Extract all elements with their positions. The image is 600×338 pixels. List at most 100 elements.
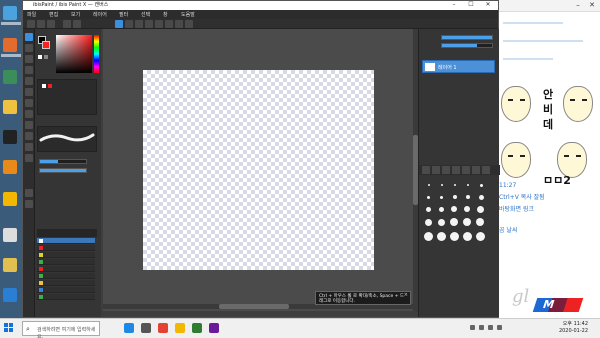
bucket-icon[interactable] [25, 66, 33, 74]
gray-swatch[interactable] [44, 55, 48, 59]
layer-row[interactable] [37, 266, 95, 272]
palette-swatch[interactable] [42, 84, 46, 88]
network-icon[interactable] [488, 325, 493, 330]
menu-window[interactable]: 창 [163, 11, 168, 18]
volume-icon[interactable] [497, 325, 502, 330]
menu-select[interactable]: 선택 [141, 11, 150, 18]
brush-size-option[interactable] [450, 232, 459, 241]
menu-help[interactable]: 도움말 [181, 11, 195, 18]
layer-row[interactable] [37, 287, 95, 293]
app-shortcut-icon[interactable] [3, 70, 17, 84]
brush-size-option[interactable] [463, 232, 472, 241]
edge-icon[interactable] [124, 323, 134, 333]
taskbar-search-input[interactable]: ⌕ 검색하려면 여기에 입력하세요. [22, 321, 100, 338]
menu-filter[interactable]: 필터 [119, 11, 128, 18]
select-icon[interactable] [145, 20, 153, 28]
text-icon[interactable] [165, 20, 173, 28]
add-layer-icon[interactable] [422, 166, 430, 174]
task-view-icon[interactable] [141, 323, 151, 333]
recycle-bin-icon[interactable] [3, 6, 17, 20]
open-file-icon[interactable] [37, 20, 45, 28]
layer-row[interactable] [37, 238, 95, 244]
brush-size-option[interactable] [441, 184, 443, 186]
app-shortcut-icon[interactable] [3, 160, 17, 174]
layer-blend-slider[interactable] [441, 43, 493, 48]
active-layer-entry[interactable]: 레이어 1 [422, 60, 495, 73]
background-color-swatch[interactable] [42, 41, 50, 49]
redo-icon[interactable] [73, 20, 81, 28]
scroll-thumb[interactable] [219, 304, 289, 309]
brush-size-option[interactable] [428, 184, 430, 186]
file-icon[interactable] [3, 258, 17, 272]
menu-file[interactable]: 파일 [27, 11, 36, 18]
lock-icon[interactable] [472, 166, 480, 174]
brush-size-option[interactable] [439, 207, 444, 212]
app-shortcut-icon[interactable] [3, 288, 17, 302]
duplicate-layer-icon[interactable] [432, 166, 440, 174]
app-icon[interactable] [209, 323, 219, 333]
folder-icon[interactable] [3, 100, 17, 114]
mask-icon[interactable] [462, 166, 470, 174]
brush-size-option[interactable] [425, 219, 432, 226]
brush-size-option[interactable] [464, 206, 470, 212]
save-icon[interactable] [47, 20, 55, 28]
brush-size-option[interactable] [437, 232, 446, 241]
brush-size-option[interactable] [451, 206, 457, 212]
tray-icon[interactable] [470, 325, 475, 330]
taskbar-clock[interactable]: 오후 11:42 2020-01-22 [559, 321, 588, 335]
ruler-icon[interactable] [25, 189, 33, 197]
file-explorer-icon[interactable] [175, 323, 185, 333]
menu-edit[interactable]: 편집 [49, 11, 58, 18]
hue-slider[interactable] [94, 35, 99, 73]
eyedropper-icon[interactable] [25, 110, 33, 118]
layer-row[interactable] [37, 273, 95, 279]
canvas-area[interactable] [103, 29, 436, 311]
merge-layer-icon[interactable] [442, 166, 450, 174]
start-button[interactable] [4, 323, 14, 333]
eraser-tool-icon[interactable] [25, 55, 33, 63]
brush-size-option[interactable] [450, 218, 458, 226]
layer-opacity-slider[interactable] [441, 35, 493, 40]
drawing-canvas[interactable] [143, 70, 374, 270]
magic-wand-icon[interactable] [25, 99, 33, 107]
layer-row[interactable] [37, 280, 95, 286]
transform-icon[interactable] [25, 154, 33, 162]
brush-opacity-slider[interactable] [39, 168, 87, 173]
maximize-button[interactable]: ☐ [463, 1, 479, 10]
trash-icon[interactable] [482, 166, 490, 174]
brush-size-option[interactable] [453, 195, 457, 199]
menu-view[interactable]: 보기 [71, 11, 80, 18]
tray-icon[interactable] [479, 325, 484, 330]
brush-size-option[interactable] [477, 206, 484, 213]
app-shortcut-icon[interactable] [3, 130, 17, 144]
brush-size-option[interactable] [424, 232, 433, 241]
zoom-icon[interactable] [175, 20, 183, 28]
layer-row[interactable] [37, 252, 95, 258]
fill-icon[interactable] [135, 20, 143, 28]
browser-minimize-button[interactable]: – [573, 1, 583, 10]
brush-size-option[interactable] [476, 218, 484, 226]
brush-size-option[interactable] [476, 232, 485, 241]
move-tool-icon[interactable] [25, 143, 33, 151]
file-icon[interactable] [3, 228, 17, 242]
new-file-icon[interactable] [27, 20, 35, 28]
close-button[interactable]: ✕ [480, 1, 496, 10]
brush-size-option[interactable] [463, 218, 471, 226]
brush-size-option[interactable] [426, 207, 431, 212]
brush-size-option[interactable] [440, 196, 443, 199]
app-icon[interactable] [192, 323, 202, 333]
menu-layer[interactable]: 레이어 [93, 11, 107, 18]
layer-row[interactable] [37, 245, 95, 251]
brush-size-option[interactable] [438, 219, 445, 226]
brush-size-option[interactable] [427, 196, 430, 199]
app-shortcut-icon[interactable] [3, 192, 17, 206]
palette-swatch[interactable] [48, 84, 52, 88]
brush-size-option[interactable] [466, 195, 470, 199]
chrome-icon[interactable] [158, 323, 168, 333]
hand-icon[interactable] [185, 20, 193, 28]
undo-icon[interactable] [63, 20, 71, 28]
brush-size-slider[interactable] [39, 159, 87, 164]
text-tool-icon[interactable] [25, 121, 33, 129]
hint-close-button[interactable]: × [404, 293, 408, 298]
brush-size-option[interactable] [479, 195, 484, 200]
